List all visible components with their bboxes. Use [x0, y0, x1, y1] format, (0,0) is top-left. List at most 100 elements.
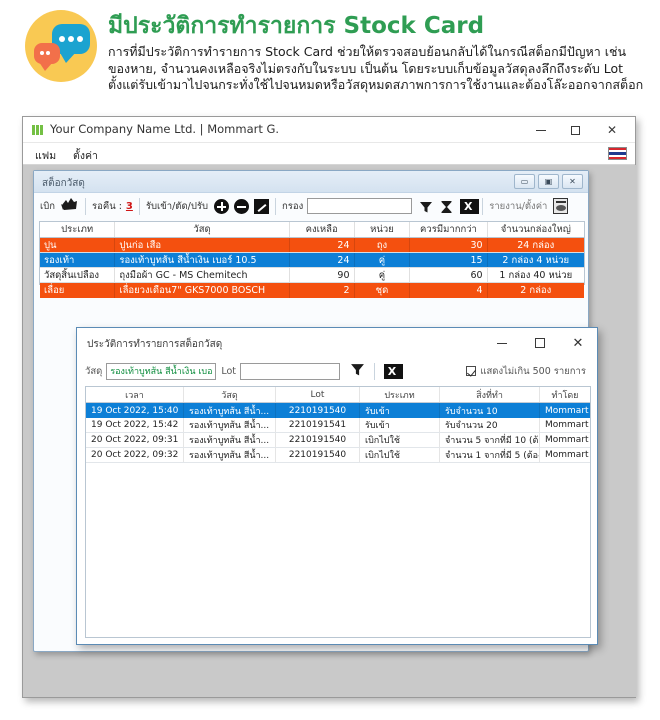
window-maximize-button[interactable]	[558, 117, 592, 143]
cell-material: รองเท้าบูทส้น สีน้ำเงิน เบอร์ 10.5	[115, 253, 290, 267]
dialog-minimize-button[interactable]	[483, 328, 521, 358]
mdi-title: สต็อกวัสดุ	[42, 178, 85, 189]
table-row[interactable]: 20 Oct 2022, 09:32 รองเท้าบูทส้น สีน้ำ..…	[86, 448, 590, 463]
mdi-minimize-button[interactable]: ▭	[514, 174, 535, 189]
hand-withdraw-icon[interactable]	[60, 196, 79, 216]
excel-export-icon[interactable]: X	[383, 363, 403, 379]
cell-material: รองเท้าบูทส้น สีน้ำ...	[184, 403, 276, 418]
column-header-type: ประเภท	[40, 222, 116, 237]
cell-material: รองเท้าบูทส้น สีน้ำ...	[184, 433, 276, 447]
table-row[interactable]: รองเท้า รองเท้าบูทส้น สีน้ำเงิน เบอร์ 10…	[40, 253, 584, 268]
page-title: มีประวัติการทำรายการ Stock Card	[108, 13, 485, 39]
menu-bar: แฟม ตั้งค่า	[23, 143, 635, 165]
thai-flag-icon[interactable]	[608, 147, 627, 160]
plus-circle-icon[interactable]	[214, 198, 230, 214]
menu-file[interactable]: แฟม	[35, 147, 56, 164]
cell-type: วัสดุสิ้นเปลือง	[40, 268, 116, 282]
stock-grid-header: ประเภท วัสดุ คงเหลือ หน่วย ควรมีมากกว่า …	[40, 222, 584, 238]
cell-by: Mommart G.	[545, 450, 590, 460]
material-combobox[interactable]: รองเท้าบูทส้น สีน้ำเงิน เบอ	[106, 362, 217, 380]
cell-action: รับจำนวน 10	[440, 403, 540, 418]
cell-time: 20 Oct 2022, 09:31	[86, 433, 184, 447]
cell-material: รองเท้าบูทส้น สีน้ำ...	[184, 448, 276, 462]
speech-bubbles-icon	[25, 10, 97, 82]
limit-checkbox[interactable]	[466, 366, 477, 376]
cell-type: รับเข้า	[360, 418, 440, 432]
cell-unit: คู่	[355, 268, 411, 282]
column-header-time: เวลา	[86, 387, 184, 402]
cell-unit: ชุด	[355, 283, 411, 298]
cell-action: จำนวน 1 จากที่มี 5 (ต้องคืน) : ...	[440, 448, 540, 462]
dialog-toolbar: วัสดุ รองเท้าบูทส้น สีน้ำเงิน เบอ Lot X …	[77, 358, 597, 384]
cell-type: เบิกไปใช้	[360, 448, 440, 462]
material-filter-label: วัสดุ	[85, 365, 103, 377]
dialog-maximize-button[interactable]	[521, 328, 559, 358]
cell-boxcount: 2 กล่อง	[520, 285, 552, 296]
page-header: มีประวัติการทำรายการ Stock Card การที่มี…	[0, 0, 660, 118]
column-header-unit: หน่วย	[355, 222, 411, 237]
cell-unit: ถุง	[355, 238, 411, 252]
cell-material: เลื่อยวงเดือน7" GKS7000 BOSCH	[115, 283, 290, 298]
table-row[interactable]: 20 Oct 2022, 09:31 รองเท้าบูทส้น สีน้ำ..…	[86, 433, 590, 448]
excel-export-icon[interactable]: X	[460, 198, 480, 214]
cell-remaining: 90	[290, 268, 355, 282]
cell-boxcount: 1 กล่อง 40 หน่วย	[499, 269, 573, 281]
column-header-remaining: คงเหลือ	[290, 222, 355, 237]
pencil-square-icon[interactable]	[254, 198, 270, 214]
table-row[interactable]: 19 Oct 2022, 15:40 รองเท้าบูทส้น สีน้ำ..…	[86, 403, 590, 418]
window-close-button[interactable]: ✕	[595, 117, 629, 143]
column-header-boxcount: จำนวนกล่องใหญ่	[500, 224, 571, 235]
cell-type: รับเข้า	[360, 403, 440, 418]
dialog-close-button[interactable]: ✕	[559, 328, 597, 358]
cell-minimum: 15	[410, 253, 488, 267]
cell-material: ถุงมือผ้า GC - MS Chemitech	[115, 268, 290, 282]
mdi-close-button[interactable]: ✕	[562, 174, 583, 189]
table-row[interactable]: ปูน ปูนก่อ เสือ 24 ถุง 30 24 กล่อง	[40, 238, 584, 253]
window-titlebar: Your Company Name Ltd. | Mommart G. ✕	[23, 117, 635, 143]
cell-action: รับจำนวน 20	[440, 418, 540, 432]
cell-action: จำนวน 5 จากที่มี 10 (ต้องคืน) ...	[440, 433, 540, 447]
app-logo-icon	[32, 125, 44, 135]
cell-minimum: 4	[410, 283, 488, 298]
cell-lot: 2210191540	[276, 403, 360, 418]
window-title: Your Company Name Ltd. | Mommart G.	[50, 122, 280, 136]
mdi-restore-button[interactable]: ▣	[538, 174, 559, 189]
cell-material: รองเท้าบูทส้น สีน้ำ...	[184, 418, 276, 432]
minus-circle-icon[interactable]	[234, 198, 250, 214]
cell-minimum: 60	[410, 268, 488, 282]
funnel-icon[interactable]	[419, 199, 433, 213]
funnel-icon[interactable]	[350, 362, 365, 381]
column-header-by: ทำโดย	[551, 390, 579, 401]
history-grid[interactable]: เวลา วัสดุ Lot ประเภท สิ่งที่ทำ ทำโดย 19…	[85, 386, 591, 638]
column-header-action: สิ่งที่ทำ	[440, 387, 540, 402]
filter-label: กรอง	[282, 200, 304, 212]
filter-input[interactable]	[307, 198, 413, 214]
cell-time: 19 Oct 2022, 15:42	[86, 418, 184, 432]
cell-type: เบิกไปใช้	[360, 433, 440, 447]
menu-settings[interactable]: ตั้งค่า	[73, 147, 98, 164]
table-row[interactable]: เลื่อย เลื่อยวงเดือน7" GKS7000 BOSCH 2 ช…	[40, 283, 584, 298]
mdi-toolbar: เบิก รอคืน : 3 รับเข้า/ตัด/ปรับ กรอง X ร…	[34, 193, 588, 219]
column-header-lot: Lot	[276, 387, 360, 402]
withdraw-label: เบิก	[40, 200, 56, 212]
cell-boxcount: 24 กล่อง	[517, 239, 555, 251]
stock-card-history-dialog: ประวัติการทำรายการสต็อกวัสดุ ✕ วัสดุ รอง…	[76, 327, 598, 645]
cell-type: รองเท้า	[40, 253, 116, 267]
table-row[interactable]: 19 Oct 2022, 15:42 รองเท้าบูทส้น สีน้ำ..…	[86, 418, 590, 433]
pending-count[interactable]: 3	[126, 201, 133, 212]
hourglass-icon[interactable]	[440, 199, 453, 213]
limit-label: แสดงไม่เกิน 500 รายการ	[480, 365, 586, 377]
cell-type: เลื่อย	[40, 283, 116, 298]
column-header-material: วัสดุ	[184, 387, 276, 402]
report-settings-icon[interactable]	[553, 198, 569, 214]
window-minimize-button[interactable]	[524, 117, 558, 143]
column-header-minimum: ควรมีมากกว่า	[410, 222, 488, 237]
lot-input[interactable]	[239, 362, 340, 380]
receive-label: รับเข้า/ตัด/ปรับ	[145, 200, 209, 212]
table-row[interactable]: วัสดุสิ้นเปลือง ถุงมือผ้า GC - MS Chemit…	[40, 268, 584, 283]
cell-by: Mommart G.	[545, 435, 590, 445]
history-grid-header: เวลา วัสดุ Lot ประเภท สิ่งที่ทำ ทำโดย	[86, 387, 590, 403]
stock-grid[interactable]: ประเภท วัสดุ คงเหลือ หน่วย ควรมีมากกว่า …	[39, 221, 585, 298]
dialog-titlebar: ประวัติการทำรายการสต็อกวัสดุ ✕	[77, 328, 597, 358]
page-description: การที่มีประวัติการทำรายการ Stock Card ช่…	[108, 44, 644, 92]
